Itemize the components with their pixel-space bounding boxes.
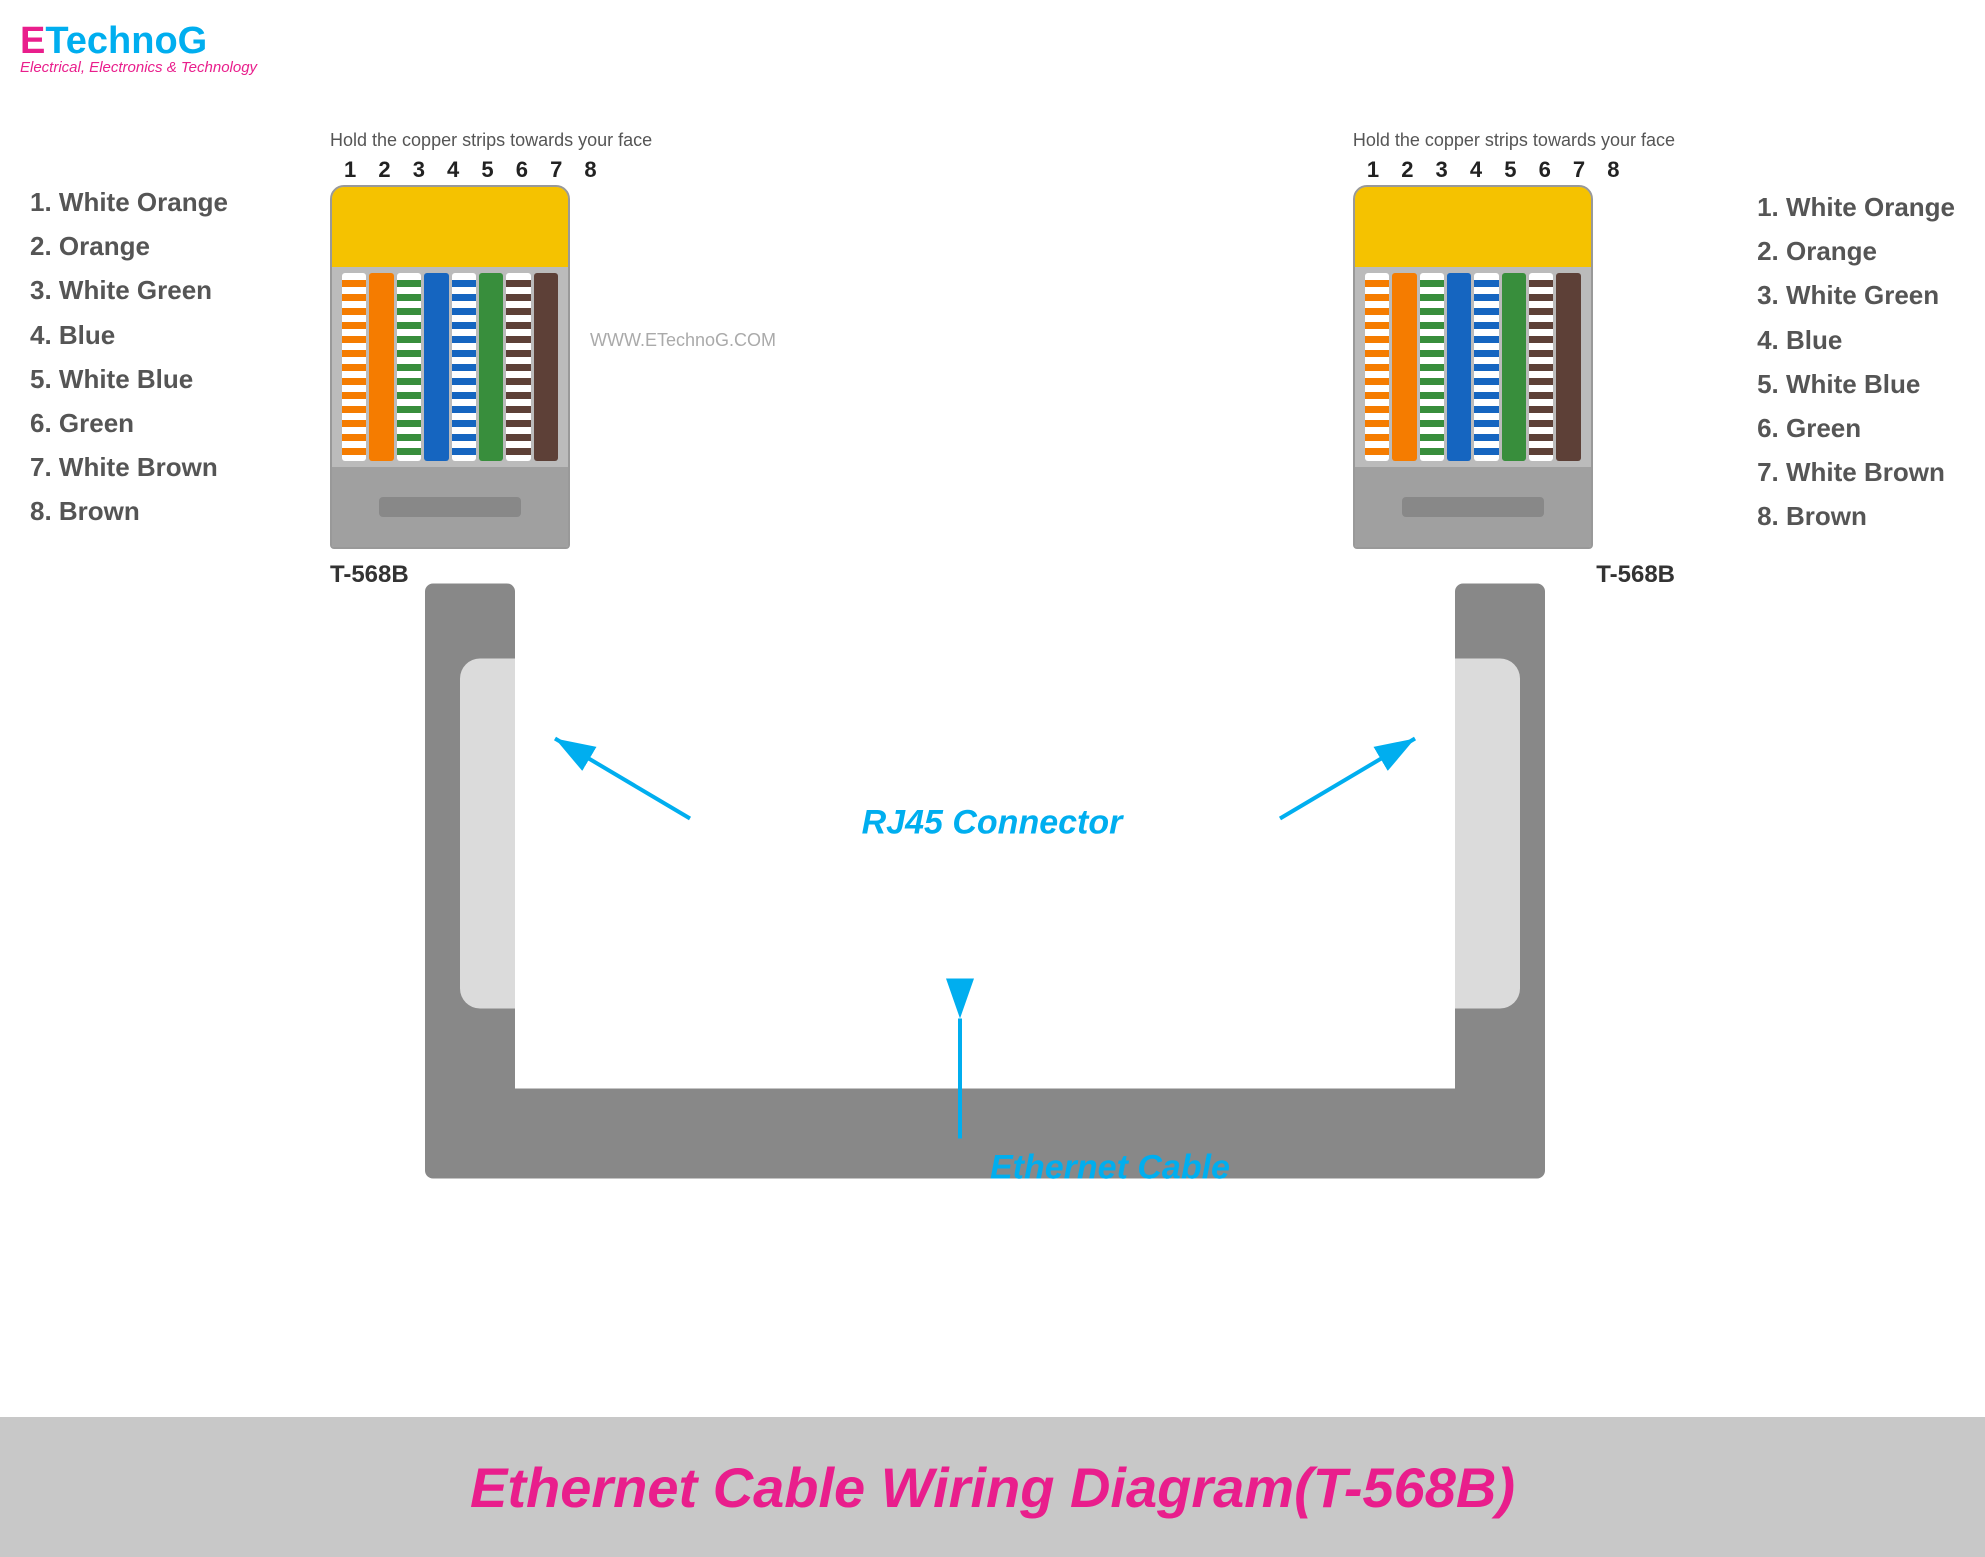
right-wire-6	[1502, 273, 1526, 461]
left-yellow-top	[332, 187, 568, 267]
rj45-label-text: RJ45 Connector	[862, 804, 1124, 842]
left-instruction: Hold the copper strips towards your face	[330, 130, 652, 151]
wire-4	[424, 273, 448, 461]
wire-label-2-left: 2. Orange	[30, 224, 228, 268]
left-cable-segment	[425, 584, 515, 1134]
right-connector-area: Hold the copper strips towards your face…	[1353, 130, 1675, 589]
left-rj45-tab	[379, 497, 521, 517]
wire-label-6-right: 6. Green	[1757, 406, 1955, 450]
right-rj45-clip	[1355, 467, 1591, 547]
page: ETechnoG Electrical, Electronics & Techn…	[0, 0, 1985, 1557]
center-label-bg	[460, 659, 1520, 1009]
wire-7	[506, 273, 530, 461]
logo-technog: TechnoG	[45, 20, 207, 62]
right-pin-numbers: 1 2 3 4 5 6 7 8	[1367, 157, 1675, 183]
right-wire-7	[1529, 273, 1553, 461]
wire-1	[342, 273, 366, 461]
left-pin-numbers: 1 2 3 4 5 6 7 8	[344, 157, 652, 183]
right-cable-segment	[1455, 584, 1545, 1134]
right-wire-2	[1392, 273, 1416, 461]
right-wires	[1355, 267, 1591, 467]
logo-subtitle: Electrical, Electronics & Technology	[20, 59, 257, 76]
wire-labels-right: 1. White Orange 2. Orange 3. White Green…	[1757, 185, 1955, 539]
logo-text: ETechnoG	[20, 20, 257, 63]
wire-6	[479, 273, 503, 461]
footer-bar: Ethernet Cable Wiring Diagram(T-568B)	[0, 1417, 1985, 1557]
left-wires	[332, 267, 568, 467]
logo-area: ETechnoG Electrical, Electronics & Techn…	[20, 20, 257, 76]
wire-label-7-left: 7. White Brown	[30, 445, 228, 489]
wire-8	[534, 273, 558, 461]
wire-labels-left: 1. White Orange 2. Orange 3. White Green…	[30, 180, 228, 534]
left-rj45-body	[330, 185, 570, 549]
wire-3	[397, 273, 421, 461]
right-wire-4	[1447, 273, 1471, 461]
wire-label-3-right: 3. White Green	[1757, 273, 1955, 317]
wire-label-3-left: 3. White Green	[30, 268, 228, 312]
ethernet-label-text: Ethernet Cable	[990, 1149, 1230, 1187]
footer-title: Ethernet Cable Wiring Diagram(T-568B)	[470, 1455, 1515, 1520]
wire-label-1-right: 1. White Orange	[1757, 185, 1955, 229]
watermark: WWW.ETechnoG.COM	[590, 330, 776, 351]
right-wire-1	[1365, 273, 1389, 461]
right-connector-label: T-568B	[1353, 561, 1675, 589]
left-rj45-clip	[332, 467, 568, 547]
wire-label-5-right: 5. White Blue	[1757, 362, 1955, 406]
wire-label-8-right: 8. Brown	[1757, 494, 1955, 538]
wire-label-4-right: 4. Blue	[1757, 318, 1955, 362]
logo-e: E	[20, 20, 45, 62]
bottom-cable-segment	[425, 1089, 1545, 1179]
right-arrow-line	[1280, 739, 1415, 819]
left-connector-area: Hold the copper strips towards your face…	[330, 130, 652, 589]
wire-label-1-left: 1. White Orange	[30, 180, 228, 224]
right-wire-5	[1474, 273, 1498, 461]
wire-label-8-left: 8. Brown	[30, 489, 228, 533]
wire-label-4-left: 4. Blue	[30, 313, 228, 357]
right-instruction: Hold the copper strips towards your face	[1353, 130, 1675, 151]
right-wire-8	[1556, 273, 1580, 461]
wire-label-2-right: 2. Orange	[1757, 229, 1955, 273]
wire-2	[369, 273, 393, 461]
wire-label-7-right: 7. White Brown	[1757, 450, 1955, 494]
right-rj45-tab	[1402, 497, 1544, 517]
diagram-svg: RJ45 Connector Ethernet Cable	[0, 0, 1985, 1557]
wire-5	[452, 273, 476, 461]
left-connector-label: T-568B	[330, 561, 652, 589]
right-wire-3	[1420, 273, 1444, 461]
right-yellow-top	[1355, 187, 1591, 267]
wire-label-5-left: 5. White Blue	[30, 357, 228, 401]
left-arrow-line	[555, 739, 690, 819]
right-rj45-body	[1353, 185, 1593, 549]
wire-label-6-left: 6. Green	[30, 401, 228, 445]
